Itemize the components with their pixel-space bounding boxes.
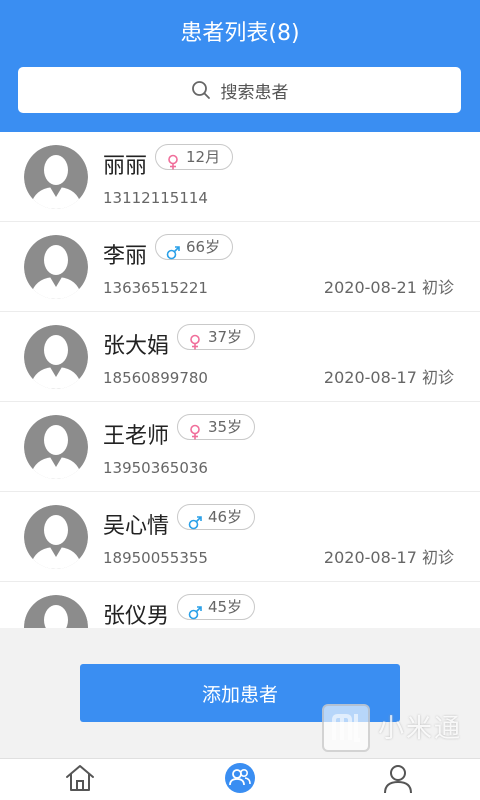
age-label: 37岁 xyxy=(208,328,243,346)
patient-name: 李丽 66岁 xyxy=(103,234,234,273)
tab-patients[interactable] xyxy=(222,763,258,797)
male-icon xyxy=(188,509,202,530)
patient-name: 王老师 35岁 xyxy=(103,414,256,453)
patient-row[interactable]: 吴心情 46岁 18950055355 2020-08-17 初诊 xyxy=(0,492,480,582)
avatar xyxy=(24,235,88,299)
patient-phone: 18950055355 xyxy=(103,549,208,567)
visit-date: 2020-08-17 初诊 xyxy=(323,368,454,387)
patient-row[interactable]: 王老师 35岁 13950365036 xyxy=(0,402,480,492)
visit-date: 2020-08-21 初诊 xyxy=(323,278,454,297)
avatar xyxy=(24,505,88,569)
female-icon xyxy=(188,329,202,350)
search-input[interactable]: 搜索患者 xyxy=(18,67,461,113)
age-label: 66岁 xyxy=(186,238,221,256)
gender-age-tag: 12月 xyxy=(155,144,234,170)
tab-home[interactable] xyxy=(62,763,98,797)
patient-list[interactable]: 丽丽 12月 13112115114 李丽 66岁 13636515221 2020… xyxy=(0,132,480,628)
female-icon xyxy=(166,149,180,170)
avatar xyxy=(24,325,88,389)
patient-phone: 18560899780 xyxy=(103,369,208,387)
patients-icon xyxy=(224,762,256,798)
age-label: 12月 xyxy=(186,148,221,166)
gender-age-tag: 35岁 xyxy=(177,414,256,440)
gender-age-tag: 45岁 xyxy=(177,594,256,620)
patient-row[interactable]: 张大娟 37岁 18560899780 2020-08-17 初诊 xyxy=(0,312,480,402)
patient-phone: 13950365036 xyxy=(103,459,208,477)
home-icon xyxy=(64,763,96,797)
watermark: 小米通 xyxy=(322,704,472,784)
gender-age-tag: 66岁 xyxy=(155,234,234,260)
page-title: 患者列表(8) xyxy=(180,21,300,46)
female-icon xyxy=(188,419,202,440)
male-icon xyxy=(188,599,202,620)
age-label: 46岁 xyxy=(208,508,243,526)
watermark-logo-icon xyxy=(322,704,370,752)
age-label: 45岁 xyxy=(208,598,243,616)
patient-name: 吴心情 46岁 xyxy=(103,504,256,543)
search-placeholder: 搜索患者 xyxy=(220,82,289,103)
visit-date: 2020-08-17 初诊 xyxy=(323,548,454,567)
gender-age-tag: 37岁 xyxy=(177,324,256,350)
top-bar: 患者列表(8) 搜索患者 xyxy=(0,0,480,132)
patient-name: 丽丽 12月 xyxy=(103,144,234,183)
patient-phone: 13636515221 xyxy=(103,279,208,297)
avatar xyxy=(24,595,88,628)
watermark-text: 小米通 xyxy=(378,714,463,744)
patient-name: 张大娟 37岁 xyxy=(103,324,256,363)
patient-name: 张仪男 45岁 xyxy=(103,594,256,628)
patient-row[interactable]: 李丽 66岁 13636515221 2020-08-21 初诊 xyxy=(0,222,480,312)
age-label: 35岁 xyxy=(208,418,243,436)
patient-row[interactable]: 张仪男 45岁 xyxy=(0,582,480,628)
search-icon xyxy=(191,80,211,100)
avatar xyxy=(24,145,88,209)
male-icon xyxy=(166,239,180,260)
gender-age-tag: 46岁 xyxy=(177,504,256,530)
patient-row[interactable]: 丽丽 12月 13112115114 xyxy=(0,132,480,222)
avatar xyxy=(24,415,88,479)
patient-phone: 13112115114 xyxy=(103,189,208,207)
